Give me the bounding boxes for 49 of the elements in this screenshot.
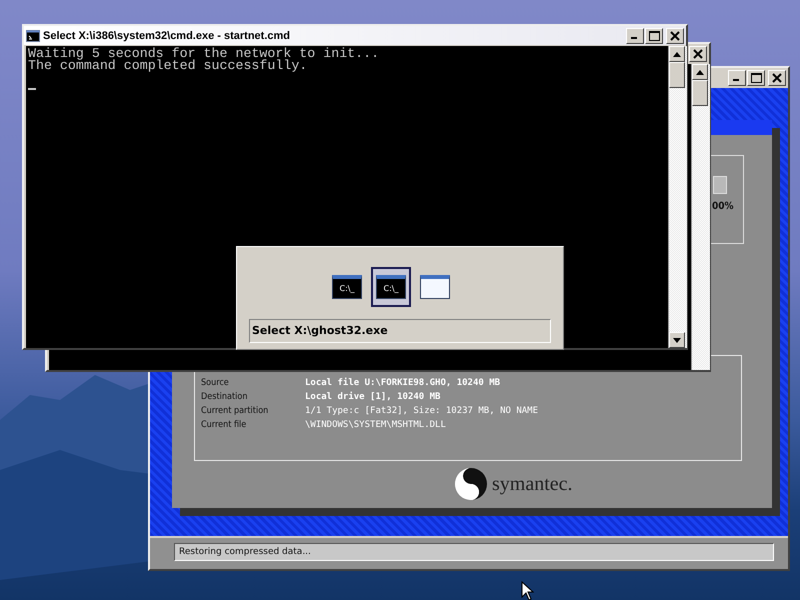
close-button[interactable]: [768, 70, 786, 86]
minimize-icon: [733, 79, 739, 81]
scroll-thumb[interactable]: [692, 80, 708, 106]
detail-value: Local drive [1], 10240 MB: [305, 390, 442, 404]
window-icon: [420, 275, 450, 299]
window-title: Select X:\i386\system32\cmd.exe - startnet.cmd: [43, 30, 292, 42]
close-icon: [772, 73, 782, 83]
maximize-icon: [649, 30, 660, 40]
scroll-thumb[interactable]: [669, 62, 685, 88]
up-arrow-icon: [696, 70, 704, 74]
console-window-icon: C:\_: [332, 275, 362, 299]
up-arrow-icon: [673, 52, 681, 56]
console-line: Waiting 5 seconds for the network to init...: [28, 48, 380, 60]
maximize-button[interactable]: [645, 28, 663, 44]
text-cursor: [28, 88, 36, 90]
minimize-button[interactable]: [626, 28, 644, 44]
status-text: Restoring compressed data...: [174, 543, 774, 561]
logo-icon: [454, 467, 488, 501]
brand-logo-text: symantec.: [492, 472, 573, 496]
minimize-icon: [631, 36, 637, 38]
mouse-pointer-icon: [521, 581, 535, 600]
scroll-up-button[interactable]: [669, 46, 685, 62]
minimize-button[interactable]: [728, 70, 746, 86]
maximize-icon: [751, 73, 762, 83]
scroll-down-button[interactable]: [669, 332, 685, 348]
detail-value: 1/1 Type:c [Fat32], Size: 10237 MB, NO NAME: [305, 405, 539, 418]
scroll-bar[interactable]: [668, 46, 687, 348]
inset-block: [713, 176, 727, 194]
scroll-up-button[interactable]: [692, 64, 708, 80]
down-arrow-icon: [673, 338, 681, 342]
close-icon: [670, 30, 680, 40]
progress-percent: 00%: [712, 201, 734, 212]
switcher-item[interactable]: C:\_: [371, 267, 411, 307]
maximize-button[interactable]: [747, 70, 765, 86]
detail-label: Current file: [201, 419, 248, 432]
detail-value: \WINDOWS\SYSTEM\MSHTML.DLL: [305, 419, 447, 432]
close-button[interactable]: [666, 28, 684, 44]
console-line: The command completed successfully.: [28, 60, 308, 72]
detail-label: Current partition: [201, 405, 270, 418]
detail-label: Destination: [201, 391, 248, 404]
switcher-item[interactable]: C:\_: [327, 267, 367, 307]
console-icon: [26, 30, 40, 42]
close-icon: [693, 49, 703, 59]
close-button[interactable]: [689, 46, 707, 62]
console-window-icon: C:\_: [376, 275, 406, 299]
detail-value: Local file U:\FORKIE98.GHO, 10240 MB: [305, 376, 502, 390]
scroll-bar[interactable]: [691, 64, 710, 370]
detail-label: Source: [201, 377, 230, 390]
selected-window-caption: Select X:\ghost32.exe: [249, 319, 551, 343]
